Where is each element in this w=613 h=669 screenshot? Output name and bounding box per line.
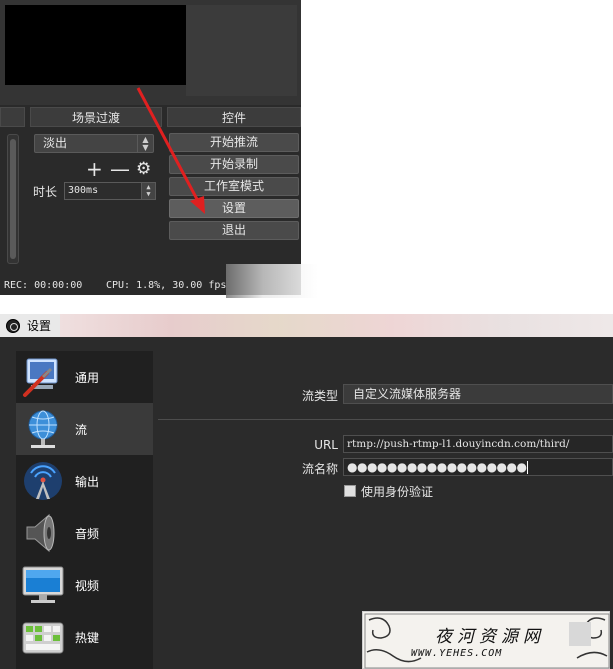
remove-transition-icon[interactable]: — (110, 159, 130, 179)
antenna-broadcast-icon (20, 458, 66, 504)
use-auth-checkbox[interactable] (344, 485, 356, 497)
url-label: URL (314, 438, 338, 452)
dock-header-transitions: 场景过渡 (30, 107, 162, 127)
duration-input[interactable]: 300ms ▲ ▼ (64, 182, 156, 200)
stream-key-value: ●●●●●●●●●●●●●●●●●● (347, 460, 527, 474)
blurred-region (569, 622, 591, 646)
scenes-scrollbar[interactable] (7, 134, 19, 264)
spin-arrows-icon[interactable]: ▲ ▼ (137, 135, 153, 152)
sidebar-item-stream[interactable]: 流 (16, 403, 153, 455)
transition-select-value: 淡出 (43, 136, 68, 150)
exit-button[interactable]: 退出 (169, 221, 299, 240)
sidebar-item-label: 通用 (75, 370, 100, 385)
use-auth-label: 使用身份验证 (361, 485, 434, 499)
duration-label: 时长 (33, 185, 58, 199)
sidebar-item-label: 音频 (75, 526, 100, 541)
stream-key-input[interactable]: ●●●●●●●●●●●●●●●●●● (343, 458, 613, 476)
preview-side-panel (186, 5, 297, 96)
gear-icon[interactable]: ⚙ (136, 160, 151, 178)
sidebar-item-label: 热键 (75, 630, 100, 645)
dock-header-scenes (0, 107, 25, 127)
sidebar-item-label: 视频 (75, 578, 100, 593)
dock-header-controls: 控件 (167, 107, 301, 127)
globe-network-icon (20, 406, 66, 452)
cpu-fps-readout: CPU: 1.8%, 30.00 fps (106, 280, 227, 291)
speaker-icon (20, 510, 66, 556)
preview-area (0, 0, 301, 105)
divider (158, 419, 613, 420)
settings-button[interactable]: 设置 (169, 199, 299, 218)
blurred-title-region (60, 314, 613, 337)
general-settings-icon (20, 354, 66, 400)
start-recording-button[interactable]: 开始录制 (169, 155, 299, 174)
dialog-title: 设置 (27, 319, 52, 333)
sidebar-item-general[interactable]: 通用 (16, 351, 153, 403)
text-caret (527, 461, 529, 474)
url-input[interactable]: rtmp://push-rtmp-l1.douyincdn.com/third/ (343, 435, 613, 453)
add-transition-icon[interactable]: + (86, 159, 103, 179)
stream-type-select[interactable]: 自定义流媒体服务器 (343, 384, 613, 404)
preview-canvas (5, 5, 186, 85)
spin-arrows-icon[interactable]: ▲ ▼ (141, 183, 155, 199)
sidebar-item-output[interactable]: 输出 (16, 455, 153, 507)
rec-timer: REC: 00:00:00 (4, 280, 83, 291)
stream-key-label: 流名称 (301, 462, 338, 476)
watermark-text-en: WWW.YEHES.COM (411, 648, 503, 659)
blurred-region (226, 264, 318, 298)
transition-select[interactable]: 淡出 ▲ ▼ (34, 134, 154, 153)
sidebar-item-hotkeys[interactable]: 热键 (16, 611, 153, 663)
duration-value: 300ms (68, 185, 99, 196)
title-bar: 设置 (0, 314, 613, 337)
sidebar-item-label: 输出 (75, 474, 100, 489)
watermark: 夜河资源网 WWW.YEHES.COM (362, 611, 610, 669)
scrollbar-thumb[interactable] (10, 139, 16, 259)
start-streaming-button[interactable]: 开始推流 (169, 133, 299, 152)
sidebar-item-video[interactable]: 视频 (16, 559, 153, 611)
studio-mode-button[interactable]: 工作室模式 (169, 177, 299, 196)
sidebar-item-label: 流 (75, 422, 88, 437)
keyboard-icon (20, 614, 66, 660)
stream-type-label: 流类型 (301, 389, 338, 403)
watermark-text-cn: 夜河资源网 (435, 627, 545, 647)
obs-main-window: 场景过渡 控件 淡出 ▲ ▼ + — ⚙ 时长 300ms ▲ ▼ 开始推流 开始录… (0, 0, 301, 295)
obs-logo-icon (6, 318, 20, 333)
monitor-icon (20, 562, 66, 608)
settings-sidebar: 通用 流 输出 音频 视频 热键 (16, 351, 153, 669)
sidebar-item-audio[interactable]: 音频 (16, 507, 153, 559)
settings-dialog: 设置 通用 流 输出 音频 视频 热键 流类型 自定义流媒体服务器 URL rt… (0, 314, 613, 669)
